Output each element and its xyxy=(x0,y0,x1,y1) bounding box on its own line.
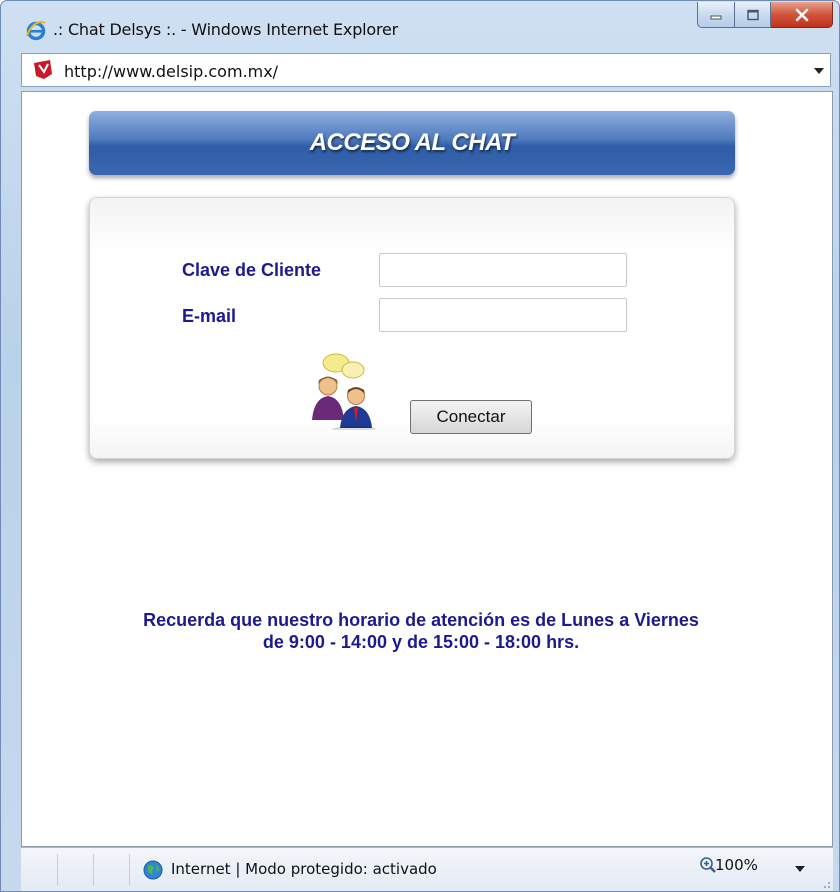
minimize-button[interactable] xyxy=(697,2,735,28)
site-favicon-icon xyxy=(34,60,52,79)
browser-window: .: Chat Delsys :. - Windows Internet Exp… xyxy=(0,0,840,892)
schedule-notice: Recuerda que nuestro horario de atención… xyxy=(61,609,781,653)
schedule-notice-line2: de 9:00 - 14:00 y de 15:00 - 18:00 hrs. xyxy=(262,632,580,652)
status-separator xyxy=(129,854,130,886)
status-separator xyxy=(93,854,94,886)
client-key-label: Clave de Cliente xyxy=(182,260,322,280)
connect-button[interactable]: Conectar xyxy=(410,400,532,434)
zoom-dropdown-arrow-icon[interactable] xyxy=(795,866,805,872)
client-key-input[interactable] xyxy=(379,253,627,287)
maximize-button[interactable] xyxy=(735,2,771,28)
url-text[interactable]: http://www.delsip.com.mx/ xyxy=(64,62,278,81)
minimize-icon xyxy=(710,15,722,19)
chat-header-title: ACCESO AL CHAT xyxy=(309,129,515,156)
email-label: E-mail xyxy=(182,306,237,326)
schedule-notice-line1: Recuerda que nuestro horario de atención… xyxy=(143,610,699,630)
chat-people-icon xyxy=(312,353,376,430)
window-title: .: Chat Delsys :. - Windows Internet Exp… xyxy=(53,20,399,39)
window-controls xyxy=(697,2,833,32)
address-bar[interactable]: http://www.delsip.com.mx/ xyxy=(21,53,831,87)
ie-logo-icon xyxy=(26,20,46,41)
chat-header-banner: ACCESO AL CHAT xyxy=(89,111,735,175)
close-icon xyxy=(795,8,808,21)
title-bar[interactable]: .: Chat Delsys :. - Windows Internet Exp… xyxy=(1,1,839,53)
dropdown-arrow-icon[interactable] xyxy=(814,68,824,74)
login-form-panel: Clave de Cliente E-mail Conectar xyxy=(89,197,735,459)
status-bar: Internet | Modo protegido: activado 100% xyxy=(21,847,833,891)
maximize-icon xyxy=(746,9,759,20)
email-input[interactable] xyxy=(379,298,627,332)
zoom-level[interactable]: 100% xyxy=(715,856,758,874)
status-separator xyxy=(57,854,58,886)
globe-icon xyxy=(143,860,163,880)
security-zone-text[interactable]: Internet | Modo protegido: activado xyxy=(171,860,437,878)
resize-grip-icon[interactable] xyxy=(819,877,831,889)
close-button[interactable] xyxy=(771,2,833,28)
